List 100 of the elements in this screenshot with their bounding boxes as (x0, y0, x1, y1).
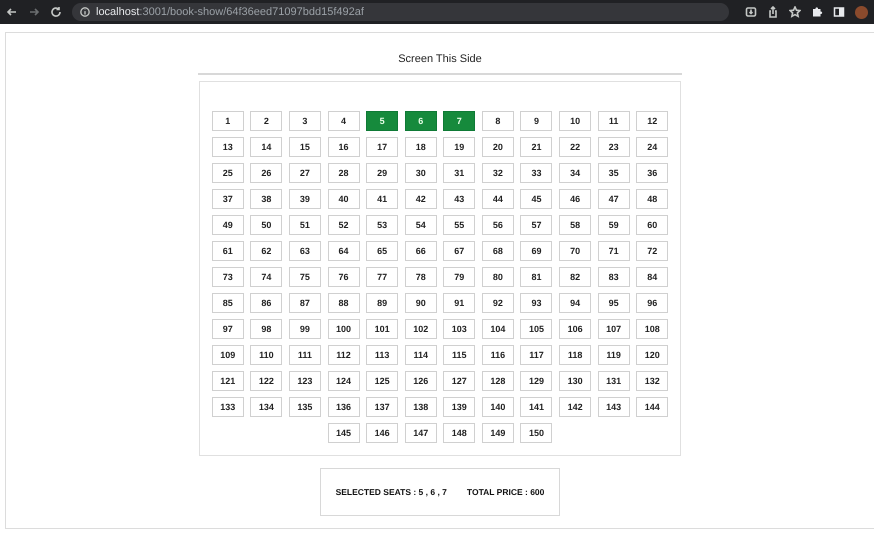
seat-button[interactable]: 42 (404, 189, 437, 209)
seat-button[interactable]: 36 (636, 163, 668, 183)
seat-button[interactable]: 104 (482, 319, 514, 339)
seat-button[interactable]: 26 (250, 163, 282, 183)
seat-button[interactable]: 126 (404, 371, 437, 391)
seat-button[interactable]: 88 (328, 293, 360, 313)
seat-button[interactable]: 16 (328, 137, 360, 157)
seat-button[interactable]: 32 (482, 163, 514, 183)
seat-button[interactable]: 82 (559, 267, 592, 287)
seat-button[interactable]: 54 (404, 215, 437, 235)
seat-button[interactable]: 111 (288, 345, 321, 365)
seat-button[interactable]: 100 (328, 319, 360, 339)
seat-button[interactable]: 9 (520, 111, 552, 131)
seat-button[interactable]: 59 (598, 215, 630, 235)
seat-button[interactable]: 140 (482, 397, 514, 417)
seat-button[interactable]: 99 (288, 319, 321, 339)
seat-button[interactable]: 73 (212, 267, 244, 287)
seat-button[interactable]: 72 (636, 241, 668, 261)
seat-button[interactable]: 28 (328, 163, 360, 183)
seat-button[interactable]: 51 (288, 215, 321, 235)
seat-button[interactable]: 145 (328, 423, 360, 443)
seat-button[interactable]: 31 (443, 163, 476, 183)
seat-button[interactable]: 57 (520, 215, 552, 235)
seat-button[interactable]: 66 (404, 241, 437, 261)
seat-button[interactable]: 112 (328, 345, 360, 365)
seat-button[interactable]: 122 (250, 371, 282, 391)
seat-button[interactable]: 18 (404, 137, 437, 157)
seat-button[interactable]: 131 (598, 371, 630, 391)
seat-button[interactable]: 143 (598, 397, 630, 417)
seat-button[interactable]: 148 (443, 423, 476, 443)
seat-button[interactable]: 81 (520, 267, 552, 287)
seat-button[interactable]: 86 (250, 293, 282, 313)
seat-button[interactable]: 138 (404, 397, 437, 417)
seat-button[interactable]: 129 (520, 371, 552, 391)
seat-button[interactable]: 133 (212, 397, 244, 417)
seat-button[interactable]: 46 (559, 189, 592, 209)
seat-button[interactable]: 47 (598, 189, 630, 209)
seat-button[interactable]: 17 (366, 137, 398, 157)
seat-button[interactable]: 125 (366, 371, 398, 391)
seat-button[interactable]: 41 (366, 189, 398, 209)
seat-button[interactable]: 4 (328, 111, 360, 131)
seat-button[interactable]: 91 (443, 293, 476, 313)
seat-button[interactable]: 149 (482, 423, 514, 443)
seat-button[interactable]: 147 (404, 423, 437, 443)
seat-button[interactable]: 48 (636, 189, 668, 209)
seat-button[interactable]: 134 (250, 397, 282, 417)
seat-button[interactable]: 29 (366, 163, 398, 183)
seat-button[interactable]: 25 (212, 163, 244, 183)
seat-button[interactable]: 132 (636, 371, 668, 391)
seat-button[interactable]: 27 (288, 163, 321, 183)
seat-button[interactable]: 78 (404, 267, 437, 287)
seat-button[interactable]: 94 (559, 293, 592, 313)
seat-button[interactable]: 21 (520, 137, 552, 157)
seat-button[interactable]: 65 (366, 241, 398, 261)
seat-button[interactable]: 98 (250, 319, 282, 339)
seat-button[interactable]: 5 (366, 111, 398, 131)
seat-button[interactable]: 85 (212, 293, 244, 313)
seat-button[interactable]: 105 (520, 319, 552, 339)
seat-button[interactable]: 15 (288, 137, 321, 157)
seat-button[interactable]: 33 (520, 163, 552, 183)
seat-button[interactable]: 90 (404, 293, 437, 313)
seat-button[interactable]: 1 (212, 111, 244, 131)
seat-button[interactable]: 109 (212, 345, 244, 365)
seat-button[interactable]: 135 (288, 397, 321, 417)
seat-button[interactable]: 93 (520, 293, 552, 313)
seat-button[interactable]: 56 (482, 215, 514, 235)
seat-button[interactable]: 11 (598, 111, 630, 131)
seat-button[interactable]: 61 (212, 241, 244, 261)
seat-button[interactable]: 144 (636, 397, 668, 417)
seat-button[interactable]: 14 (250, 137, 282, 157)
seat-button[interactable]: 20 (482, 137, 514, 157)
seat-button[interactable]: 97 (212, 319, 244, 339)
seat-button[interactable]: 50 (250, 215, 282, 235)
address-bar[interactable]: localhost:3001/book-show/64f36eed71097bdd15f492af (72, 3, 729, 21)
seat-button[interactable]: 40 (328, 189, 360, 209)
seat-button[interactable]: 118 (559, 345, 592, 365)
seat-button[interactable]: 117 (520, 345, 552, 365)
seat-button[interactable]: 103 (443, 319, 476, 339)
seat-button[interactable]: 106 (559, 319, 592, 339)
seat-button[interactable]: 52 (328, 215, 360, 235)
seat-button[interactable]: 96 (636, 293, 668, 313)
seat-button[interactable]: 146 (366, 423, 398, 443)
seat-button[interactable]: 44 (482, 189, 514, 209)
seat-button[interactable]: 119 (598, 345, 630, 365)
seat-button[interactable]: 45 (520, 189, 552, 209)
seat-button[interactable]: 13 (212, 137, 244, 157)
seat-button[interactable]: 58 (559, 215, 592, 235)
seat-button[interactable]: 71 (598, 241, 630, 261)
seat-button[interactable]: 19 (443, 137, 476, 157)
seat-button[interactable]: 64 (328, 241, 360, 261)
seat-button[interactable]: 55 (443, 215, 476, 235)
seat-button[interactable]: 95 (598, 293, 630, 313)
seat-button[interactable]: 114 (404, 345, 437, 365)
seat-button[interactable]: 23 (598, 137, 630, 157)
seat-button[interactable]: 70 (559, 241, 592, 261)
seat-button[interactable]: 130 (559, 371, 592, 391)
seat-button[interactable]: 34 (559, 163, 592, 183)
seat-button[interactable]: 69 (520, 241, 552, 261)
seat-button[interactable]: 139 (443, 397, 476, 417)
seat-button[interactable]: 137 (366, 397, 398, 417)
